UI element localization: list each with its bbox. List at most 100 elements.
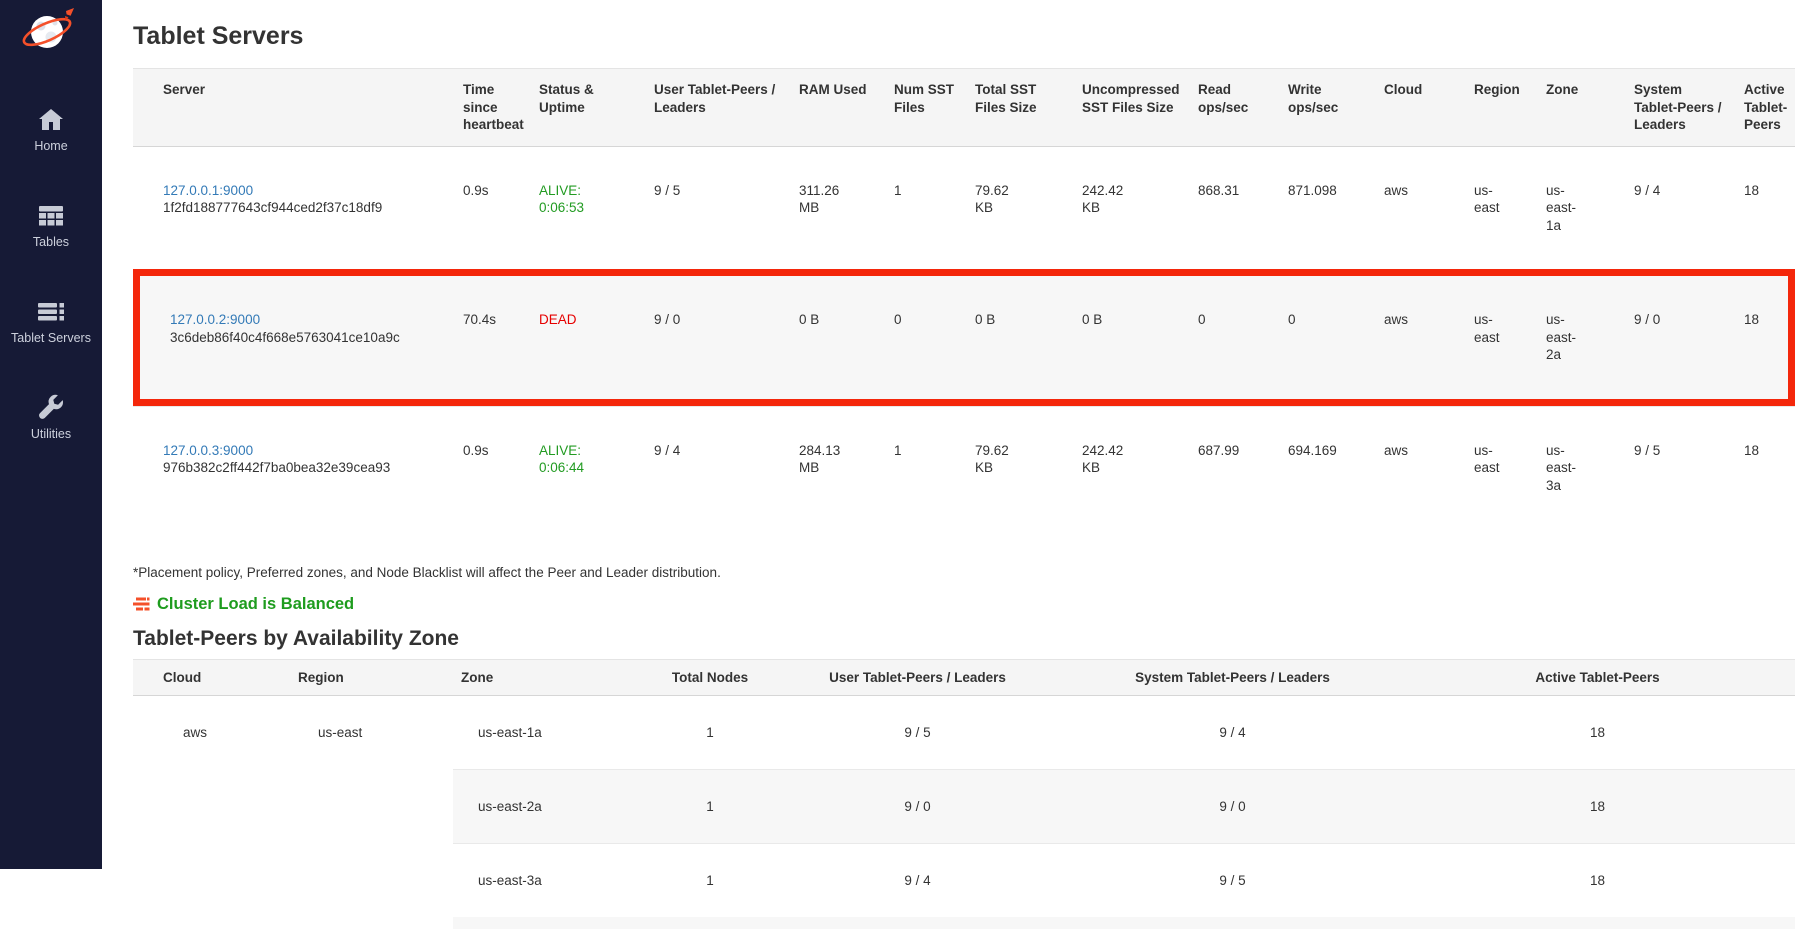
cell-num-sst: 1 [886,147,967,270]
sidebar-item-utilities[interactable]: Utilities [0,384,102,480]
cell-system-peers: 9 / 5 [1065,843,1400,917]
cell-user-peers: 9 / 0 [770,769,1065,843]
cell-total-nodes: 1 [650,769,770,843]
table-row-server-3: 127.0.0.3:9000 976b382c2ff442f7ba0bea32e… [133,406,1795,530]
cell-unc-sst-size: 242.42 KB [1074,147,1190,270]
cell-zone: us-east-2a [453,769,650,843]
page-title: Tablet Servers [133,21,1805,52]
cell-write-ops: 871.098 [1280,147,1376,270]
home-icon [37,106,65,134]
cell-heartbeat: 0.9s [455,147,531,270]
cell-system-peers: 9 / 4 [1626,147,1736,270]
column-header-total-nodes: Total Nodes [650,659,770,696]
column-header-region: Region [1466,68,1538,147]
cell-region: us-east [290,696,453,917]
tablet-peers-by-zone-table: Cloud Region Zone Total Nodes User Table… [133,659,1795,917]
cluster-load-status: Cluster Load is Balanced [133,594,1805,614]
tables-grid-icon [37,202,65,230]
cell-unc-sst-size: 242.42 KB [1074,406,1190,530]
table-row-server-1: 127.0.0.1:9000 1f2fd188777643cf944ced2f3… [133,147,1795,270]
column-header-sst-size: Total SST Files Size [967,68,1074,147]
main-content: Tablet Servers Server Time since heartbe… [102,0,1805,869]
cell-user-peers: 9 / 4 [770,843,1065,917]
cell-system-peers: 9 / 5 [1626,406,1736,530]
cell-num-sst: 0 [886,269,967,406]
cell-user-peers: 9 / 5 [770,696,1065,769]
sidebar-nav: Home Tables Tablet Servers Utilities [0,96,102,480]
column-header-unc-sst-size: Uncompressed SST Files Size [1074,68,1190,147]
column-header-active-peers: Active Tablet-Peers [1736,68,1795,147]
column-header-server: Server [133,68,455,147]
column-header-status: Status & Uptime [531,68,646,147]
utilities-wrench-icon [37,394,65,422]
server-link[interactable]: 127.0.0.2:9000 [170,312,260,327]
planet-rocket-logo-icon [20,8,82,54]
cell-unc-sst-size: 0 B [1074,269,1190,406]
cell-sst-size: 0 B [967,269,1074,406]
cell-active-peers: 18 [1400,696,1795,769]
sidebar-item-label: Home [34,139,67,153]
cell-sst-size: 79.62 KB [967,147,1074,270]
cell-region: us-east [1466,269,1538,406]
cell-active-peers: 18 [1736,406,1795,530]
sidebar-item-tables[interactable]: Tables [0,192,102,288]
cell-read-ops: 0 [1190,269,1280,406]
cell-zone: us-east-1a [453,696,650,769]
server-uuid: 976b382c2ff442f7ba0bea32e39cea93 [163,459,447,477]
cell-write-ops: 0 [1280,269,1376,406]
column-header-system-peers: System Tablet-Peers / Leaders [1626,68,1736,147]
cell-user-peers: 9 / 4 [646,406,791,530]
cell-heartbeat: 70.4s [455,269,531,406]
cell-ram: 0 B [791,269,886,406]
tablet-servers-table: Server Time since heartbeat Status & Upt… [133,68,1795,529]
cell-zone: us-east-1a [1538,147,1626,270]
column-header-user-peers: User Tablet-Peers / Leaders [770,659,1065,696]
cell-user-peers: 9 / 0 [646,269,791,406]
cell-active-peers: 18 [1736,269,1795,406]
column-header-cloud: Cloud [1376,68,1466,147]
cell-ram: 284.13 MB [791,406,886,530]
cell-heartbeat: 0.9s [455,406,531,530]
cell-read-ops: 687.99 [1190,406,1280,530]
column-header-ram: RAM Used [791,68,886,147]
column-header-read-ops: Read ops/sec [1190,68,1280,147]
sidebar-item-label: Tables [33,235,69,249]
server-link[interactable]: 127.0.0.3:9000 [163,443,253,458]
cell-system-peers: 9 / 4 [1065,696,1400,769]
cell-zone: us-east-2a [1538,269,1626,406]
next-row-stripe-partial [453,917,1795,929]
column-header-region: Region [290,659,453,696]
sidebar-item-label: Tablet Servers [11,331,91,345]
cell-cloud: aws [1376,269,1466,406]
column-header-active-peers: Active Tablet-Peers [1400,659,1795,696]
cell-cloud: aws [1376,406,1466,530]
sidebar-item-home[interactable]: Home [0,96,102,192]
cell-num-sst: 1 [886,406,967,530]
cell-cloud: aws [1376,147,1466,270]
cell-status: ALIVE:0:06:44 [531,406,646,530]
column-header-write-ops: Write ops/sec [1280,68,1376,147]
server-link[interactable]: 127.0.0.1:9000 [163,183,253,198]
column-header-user-peers: User Tablet-Peers / Leaders [646,68,791,147]
cell-status: DEAD [531,269,646,406]
cell-active-peers: 18 [1736,147,1795,270]
cell-zone: us-east-3a [1538,406,1626,530]
cell-read-ops: 868.31 [1190,147,1280,270]
placement-policy-footnote: *Placement policy, Preferred zones, and … [133,565,1805,581]
cell-system-peers: 9 / 0 [1626,269,1736,406]
column-header-heartbeat: Time since heartbeat [455,68,531,147]
cell-total-nodes: 1 [650,696,770,769]
cell-system-peers: 9 / 0 [1065,769,1400,843]
table-row-zone-1a: aws us-east us-east-1a 1 9 / 5 9 / 4 18 [133,696,1795,769]
column-header-zone: Zone [1538,68,1626,147]
column-header-zone: Zone [453,659,650,696]
yugabyte-logo[interactable] [20,8,82,54]
cell-ram: 311.26 MB [791,147,886,270]
sidebar-item-tablet-servers[interactable]: Tablet Servers [0,288,102,384]
server-uuid: 1f2fd188777643cf944ced2f37c18df9 [163,199,447,217]
cell-status: ALIVE:0:06:53 [531,147,646,270]
cell-region: us-east [1466,406,1538,530]
server-uuid: 3c6deb86f40c4f668e5763041ce10a9c [170,329,447,347]
cell-total-nodes: 1 [650,843,770,917]
cell-active-peers: 18 [1400,769,1795,843]
